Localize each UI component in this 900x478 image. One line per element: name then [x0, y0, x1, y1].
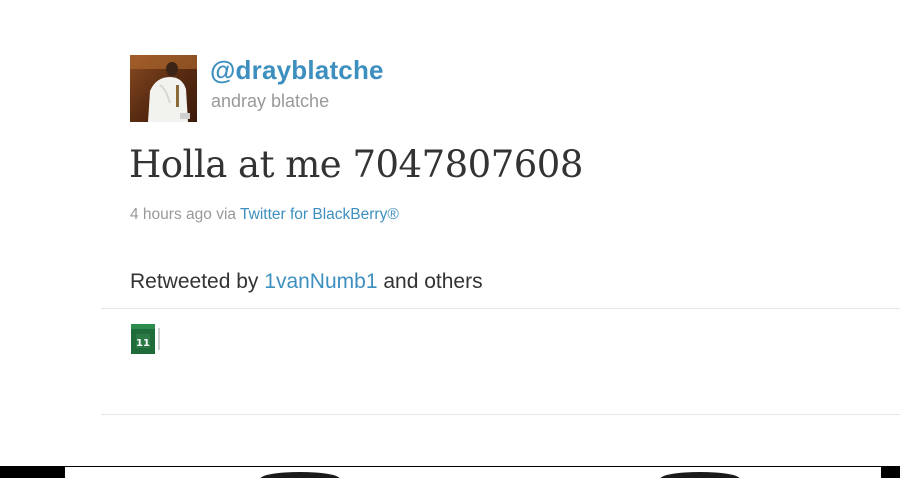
tweet-meta: 4 hours ago via Twitter for BlackBerry® — [130, 206, 399, 224]
background-strip — [0, 466, 900, 478]
divider — [101, 414, 900, 415]
user-photo-icon — [130, 55, 197, 122]
user-avatar[interactable] — [130, 55, 197, 122]
divider — [101, 308, 900, 309]
retweeter-link[interactable]: 1vanNumb1 — [264, 270, 377, 293]
tweet-card: @drayblatche andray blatche Holla at me … — [0, 0, 900, 466]
full-name: andray blatche — [211, 91, 330, 111]
timestamp-link[interactable]: 4 hours ago — [130, 206, 212, 223]
retweeter-avatar[interactable]: 11 — [130, 322, 164, 356]
page: @drayblatche andray blatche Holla at me … — [0, 0, 900, 478]
jersey-photo-icon: 11 — [130, 322, 164, 356]
retweeted-prefix: Retweeted by — [130, 270, 259, 293]
screen-name-link[interactable]: @drayblatche — [210, 55, 384, 86]
retweeted-by: Retweeted by 1vanNumb1 and others — [130, 270, 483, 294]
tweet-text: Holla at me 7047807608 — [129, 143, 583, 186]
via-label: via — [216, 206, 237, 223]
jersey-number: 11 — [136, 338, 150, 349]
retweeted-suffix: and others — [383, 270, 483, 293]
source-link[interactable]: Twitter for BlackBerry® — [240, 206, 399, 223]
